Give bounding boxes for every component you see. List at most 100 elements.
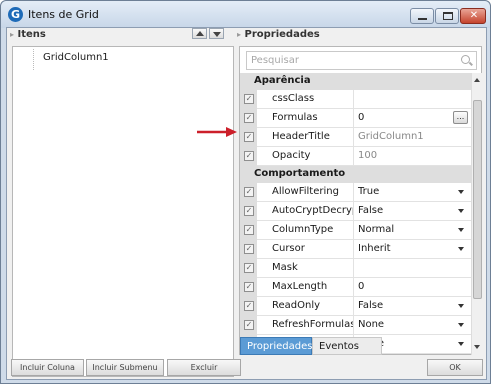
- minimize-icon: [418, 18, 427, 20]
- property-name: Mask: [257, 259, 353, 278]
- add-submenu-button[interactable]: Incluir Submenu: [86, 359, 164, 376]
- property-row[interactable]: ✓ MaxLength 0: [240, 278, 471, 297]
- property-row[interactable]: ✓AutoCryptDecrypt False: [240, 202, 471, 221]
- property-checkbox[interactable]: ✓: [244, 187, 254, 197]
- chevron-down-icon[interactable]: [458, 323, 464, 327]
- property-checkbox[interactable]: ✓: [244, 282, 254, 292]
- row-gutter: ✓: [240, 109, 257, 128]
- property-checkbox[interactable]: ✓: [244, 225, 254, 235]
- search-placeholder: Pesquisar: [251, 55, 299, 66]
- property-row[interactable]: ✓ Opacity 100: [240, 147, 471, 166]
- chevron-down-icon[interactable]: [458, 228, 464, 232]
- property-checkbox[interactable]: ✓: [244, 244, 254, 254]
- property-name: cssClass: [257, 90, 353, 109]
- property-value[interactable]: [353, 90, 471, 109]
- maximize-icon: [443, 12, 453, 20]
- list-item[interactable]: GridColumn1: [33, 49, 233, 70]
- title-bar[interactable]: G Itens de Grid ✕: [1, 1, 490, 28]
- property-value[interactable]: Inherit: [353, 240, 471, 259]
- property-checkbox[interactable]: ✓: [244, 263, 254, 273]
- property-value-text: GridColumn1: [358, 131, 424, 142]
- property-value-text: 0: [358, 112, 365, 123]
- property-value[interactable]: GridColumn1: [353, 128, 471, 147]
- row-gutter: ✓: [240, 259, 257, 278]
- property-checkbox[interactable]: ✓: [244, 94, 254, 104]
- row-gutter: ✓: [240, 240, 257, 259]
- items-list: GridColumn1: [12, 46, 234, 377]
- scroll-down-icon[interactable]: [474, 345, 480, 349]
- scroll-thumb[interactable]: [473, 100, 482, 299]
- property-value-text: Inherit: [358, 243, 391, 254]
- chevron-down-icon[interactable]: [458, 342, 464, 346]
- property-value[interactable]: 100: [353, 147, 471, 166]
- chevron-down-icon[interactable]: [458, 209, 464, 213]
- property-checkbox[interactable]: ✓: [244, 301, 254, 311]
- property-value[interactable]: False: [353, 297, 471, 316]
- property-value-text: True: [358, 186, 380, 197]
- chevron-down-icon[interactable]: [458, 190, 464, 194]
- property-value-text: 0: [358, 281, 365, 292]
- ellipsis-button-icon[interactable]: ...: [453, 111, 468, 124]
- move-up-button[interactable]: [192, 28, 207, 39]
- property-checkbox[interactable]: ✓: [244, 151, 254, 161]
- property-value-text: None: [358, 319, 385, 330]
- app-icon: G: [8, 7, 23, 22]
- property-value[interactable]: True: [353, 183, 471, 202]
- properties-panel-title: Propriedades: [244, 29, 320, 40]
- property-checkbox[interactable]: ✓: [244, 320, 254, 330]
- property-row[interactable]: ✓ Cursor Inherit: [240, 240, 471, 259]
- down-arrow-icon: [213, 32, 221, 37]
- row-gutter: ✓: [240, 278, 257, 297]
- property-value[interactable]: Normal: [353, 221, 471, 240]
- property-row[interactable]: ✓ Mask: [240, 259, 471, 278]
- property-rows: Aparência ✓ cssClass ✓ Formulas 0... ✓ HeaderTi…: [240, 73, 471, 355]
- scroll-up-icon[interactable]: [474, 78, 480, 82]
- tab-propriedades[interactable]: Propriedades: [240, 337, 312, 355]
- delete-button[interactable]: Excluir: [167, 359, 241, 376]
- row-gutter: ✓: [240, 183, 257, 202]
- ok-button[interactable]: OK: [427, 359, 483, 376]
- chevron-down-icon[interactable]: [458, 304, 464, 308]
- category-header[interactable]: Comportamento: [240, 166, 471, 183]
- property-row[interactable]: ✓ HeaderTitle GridColumn1: [240, 128, 471, 147]
- category-header[interactable]: Aparência: [240, 73, 471, 90]
- property-checkbox[interactable]: ✓: [244, 132, 254, 142]
- property-value[interactable]: 0: [353, 278, 471, 297]
- property-row[interactable]: ✓ cssClass: [240, 90, 471, 109]
- collapse-icon: ▸: [237, 30, 242, 39]
- vertical-scrollbar[interactable]: [471, 73, 482, 355]
- property-value[interactable]: 0...: [353, 109, 471, 128]
- collapse-icon: ▸: [10, 30, 15, 39]
- property-value[interactable]: None: [353, 316, 471, 335]
- move-down-button[interactable]: [209, 28, 224, 39]
- row-gutter: ✓: [240, 297, 257, 316]
- property-value[interactable]: False: [353, 202, 471, 221]
- add-column-button[interactable]: Incluir Coluna: [11, 359, 84, 376]
- property-row[interactable]: ✓ ColumnType Normal: [240, 221, 471, 240]
- row-gutter: ✓: [240, 316, 257, 335]
- property-checkbox[interactable]: ✓: [244, 206, 254, 216]
- dialog-body: ▸ Itens GridColumn1 ▸ Propriedades Pesqu…: [6, 27, 487, 380]
- property-name: RefreshFormulas: [257, 316, 353, 335]
- property-value[interactable]: [353, 259, 471, 278]
- chevron-down-icon[interactable]: [458, 247, 464, 251]
- property-row[interactable]: ✓ RefreshFormulas None: [240, 316, 471, 335]
- property-name: Formulas: [257, 109, 353, 128]
- property-row[interactable]: ✓ Formulas 0...: [240, 109, 471, 128]
- property-row[interactable]: ✓ ReadOnly False: [240, 297, 471, 316]
- property-checkbox[interactable]: ✓: [244, 113, 254, 123]
- property-value-text: Normal: [358, 224, 395, 235]
- property-row[interactable]: ✓ AllowFiltering True: [240, 183, 471, 202]
- property-name: Cursor: [257, 240, 353, 259]
- search-field[interactable]: Pesquisar: [246, 51, 477, 70]
- annotation-arrow-icon: [197, 127, 237, 137]
- tab-eventos[interactable]: Eventos: [312, 337, 382, 355]
- maximize-button[interactable]: [435, 8, 459, 24]
- items-panel-title: Itens: [17, 29, 46, 40]
- row-gutter: ✓: [240, 147, 257, 166]
- row-gutter: ✓: [240, 202, 257, 221]
- close-button[interactable]: ✕: [460, 8, 486, 24]
- property-grid: Pesquisar Aparência ✓ cssClass ✓ Formulas 0..…: [239, 46, 482, 355]
- minimize-button[interactable]: [410, 8, 434, 24]
- row-gutter: ✓: [240, 90, 257, 109]
